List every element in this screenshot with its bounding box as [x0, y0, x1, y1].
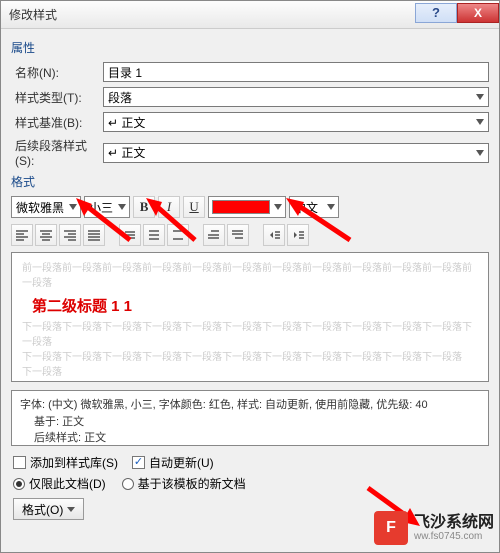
spacing-1-button[interactable] — [119, 224, 141, 246]
dialog-content: 属性 名称(N): 目录 1 样式类型(T): 段落 样式基准(B): ↵ 正文… — [1, 29, 499, 524]
preview-heading: 第二级标题 1 1 — [32, 295, 478, 316]
color-swatch — [212, 200, 270, 214]
bold-button[interactable]: B — [133, 196, 155, 218]
desc-line-1: 字体: (中文) 微软雅黑, 小三, 字体颜色: 红色, 样式: 自动更新, 使… — [20, 397, 480, 414]
titlebar[interactable]: 修改样式 ? X — [1, 1, 499, 29]
indent-decrease-button[interactable] — [263, 224, 285, 246]
watermark-text-1: 飞沙系统网 — [414, 514, 494, 532]
font-family-select[interactable]: 微软雅黑 — [11, 196, 81, 218]
add-to-library-checkbox[interactable]: 添加到样式库(S) — [13, 454, 118, 471]
watermark-badge: F — [374, 511, 408, 545]
spacing-15-button[interactable] — [143, 224, 165, 246]
indent-increase-button[interactable] — [287, 224, 309, 246]
name-label: 名称(N): — [11, 64, 103, 81]
italic-button[interactable]: I — [158, 196, 180, 218]
align-left-button[interactable] — [11, 224, 33, 246]
checkbox-icon — [132, 456, 145, 469]
format-section-label: 格式 — [11, 173, 489, 190]
font-color-select[interactable] — [208, 196, 286, 218]
preview-after-text-2: 下一段落下一段落下一段落下一段落下一段落下一段落下一段落下一段落下一段落下一段落… — [22, 350, 478, 365]
type-label: 样式类型(T): — [11, 89, 103, 106]
style-base-select[interactable]: ↵ 正文 — [103, 112, 489, 132]
modify-style-dialog: 修改样式 ? X 属性 名称(N): 目录 1 样式类型(T): 段落 样式基准… — [0, 0, 500, 553]
preview-box: 前一段落前一段落前一段落前一段落前一段落前一段落前一段落前一段落前一段落前一段落… — [11, 252, 489, 382]
window-title: 修改样式 — [9, 6, 415, 23]
help-button[interactable]: ? — [415, 3, 457, 23]
auto-update-checkbox[interactable]: 自动更新(U) — [132, 454, 214, 471]
language-select[interactable]: 中文 — [289, 196, 339, 218]
desc-line-2: 基于: 正文 — [20, 414, 480, 431]
template-docs-radio[interactable]: 基于该模板的新文档 — [122, 475, 246, 492]
format-toolbar-2 — [11, 224, 489, 246]
spacing-2-button[interactable] — [167, 224, 189, 246]
underline-button[interactable]: U — [183, 196, 205, 218]
space-before-dec-button[interactable] — [227, 224, 249, 246]
properties-section-label: 属性 — [11, 39, 489, 56]
base-label: 样式基准(B): — [11, 114, 103, 131]
radio-icon — [122, 478, 134, 490]
radio-icon — [13, 478, 25, 490]
align-right-button[interactable] — [59, 224, 81, 246]
align-justify-button[interactable] — [83, 224, 105, 246]
watermark: F 飞沙系统网 ww.fs0745.com — [374, 511, 494, 545]
checkbox-icon — [13, 456, 26, 469]
next-style-select[interactable]: ↵ 正文 — [103, 143, 489, 163]
format-toolbar-1: 微软雅黑 小三 B I U 中文 — [11, 196, 489, 218]
watermark-text-2: ww.fs0745.com — [414, 531, 494, 542]
align-center-button[interactable] — [35, 224, 57, 246]
preview-after-text-1: 下一段落下一段落下一段落下一段落下一段落下一段落下一段落下一段落下一段落下一段落… — [22, 320, 478, 350]
description-box: 字体: (中文) 微软雅黑, 小三, 字体颜色: 红色, 样式: 自动更新, 使… — [11, 390, 489, 446]
preview-before-text: 前一段落前一段落前一段落前一段落前一段落前一段落前一段落前一段落前一段落前一段落… — [22, 261, 478, 291]
this-doc-only-radio[interactable]: 仅限此文档(D) — [13, 475, 106, 492]
format-menu-button[interactable]: 格式(O) — [13, 498, 84, 520]
close-button[interactable]: X — [457, 3, 499, 23]
caret-down-icon — [67, 507, 75, 512]
font-size-select[interactable]: 小三 — [84, 196, 130, 218]
desc-line-3: 后续样式: 正文 — [20, 430, 480, 447]
preview-after-text-3: 下一段落 — [22, 365, 478, 380]
style-name-input[interactable]: 目录 1 — [103, 62, 489, 82]
next-label: 后续段落样式(S): — [11, 137, 103, 168]
space-before-inc-button[interactable] — [203, 224, 225, 246]
style-type-select[interactable]: 段落 — [103, 87, 489, 107]
